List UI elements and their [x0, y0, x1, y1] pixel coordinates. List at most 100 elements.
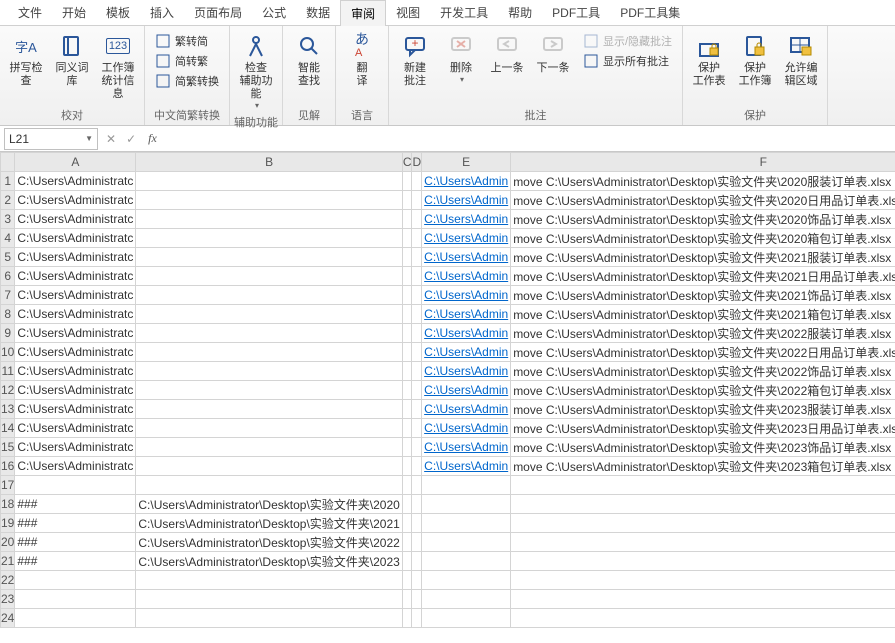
row-header-7[interactable]: 7	[1, 286, 15, 305]
row-header-15[interactable]: 15	[1, 438, 15, 457]
cell-C7[interactable]	[402, 286, 412, 305]
cell-B13[interactable]	[136, 400, 402, 419]
cell-C19[interactable]	[402, 514, 412, 533]
cell-F15[interactable]: move C:\Users\Administrator\Desktop\实验文件…	[511, 438, 895, 457]
cell-F21[interactable]	[511, 552, 895, 571]
cell-D9[interactable]	[412, 324, 422, 343]
cell-E3[interactable]: C:\Users\Admin	[422, 210, 511, 229]
row-header-10[interactable]: 10	[1, 343, 15, 362]
cell-C14[interactable]	[402, 419, 412, 438]
spellcheck-button[interactable]: 字A拼写检查	[4, 30, 48, 90]
cell-E16[interactable]: C:\Users\Admin	[422, 457, 511, 476]
cell-F11[interactable]: move C:\Users\Administrator\Desktop\实验文件…	[511, 362, 895, 381]
cell-C10[interactable]	[402, 343, 412, 362]
cell-E4[interactable]: C:\Users\Admin	[422, 229, 511, 248]
translate-button[interactable]: あA翻译	[340, 30, 384, 90]
cell-F24[interactable]	[511, 609, 895, 628]
cell-B21[interactable]: C:\Users\Administrator\Desktop\实验文件夹\202…	[136, 552, 402, 571]
cell-A4[interactable]: C:\Users\Administratc	[15, 229, 136, 248]
cell-F7[interactable]: move C:\Users\Administrator\Desktop\实验文件…	[511, 286, 895, 305]
cell-B4[interactable]	[136, 229, 402, 248]
cell-D10[interactable]	[412, 343, 422, 362]
cell-C13[interactable]	[402, 400, 412, 419]
cell-C6[interactable]	[402, 267, 412, 286]
cell-B2[interactable]	[136, 191, 402, 210]
tab-公式[interactable]: 公式	[252, 0, 296, 25]
tab-帮助[interactable]: 帮助	[498, 0, 542, 25]
protect-sheet-button[interactable]: 保护工作表	[687, 30, 731, 90]
cell-C2[interactable]	[402, 191, 412, 210]
cell-F4[interactable]: move C:\Users\Administrator\Desktop\实验文件…	[511, 229, 895, 248]
cell-B22[interactable]	[136, 571, 402, 590]
cell-A2[interactable]: C:\Users\Administratc	[15, 191, 136, 210]
cell-E24[interactable]	[422, 609, 511, 628]
cell-D1[interactable]	[412, 172, 422, 191]
col-header-C[interactable]: C	[402, 153, 412, 172]
row-header-9[interactable]: 9	[1, 324, 15, 343]
cell-D19[interactable]	[412, 514, 422, 533]
cell-E8[interactable]: C:\Users\Admin	[422, 305, 511, 324]
cell-C15[interactable]	[402, 438, 412, 457]
workbook-stats-button[interactable]: 123工作簿统计信息	[96, 30, 140, 103]
cell-B18[interactable]: C:\Users\Administrator\Desktop\实验文件夹\202…	[136, 495, 402, 514]
formula-input[interactable]	[163, 128, 895, 150]
cell-F10[interactable]: move C:\Users\Administrator\Desktop\实验文件…	[511, 343, 895, 362]
col-header-B[interactable]: B	[136, 153, 402, 172]
cell-C24[interactable]	[402, 609, 412, 628]
cell-F19[interactable]	[511, 514, 895, 533]
protect-workbook-button[interactable]: 保护工作簿	[733, 30, 777, 90]
cell-A14[interactable]: C:\Users\Administratc	[15, 419, 136, 438]
row-header-24[interactable]: 24	[1, 609, 15, 628]
smart-lookup-button[interactable]: 智能查找	[287, 30, 331, 90]
cell-F2[interactable]: move C:\Users\Administrator\Desktop\实验文件…	[511, 191, 895, 210]
row-header-23[interactable]: 23	[1, 590, 15, 609]
col-header-D[interactable]: D	[412, 153, 422, 172]
cell-B14[interactable]	[136, 419, 402, 438]
new-comment-button[interactable]: +新建批注	[393, 30, 437, 90]
cell-D17[interactable]	[412, 476, 422, 495]
cell-D4[interactable]	[412, 229, 422, 248]
cell-A10[interactable]: C:\Users\Administratc	[15, 343, 136, 362]
cell-C3[interactable]	[402, 210, 412, 229]
cell-E2[interactable]: C:\Users\Admin	[422, 191, 511, 210]
cell-A1[interactable]: C:\Users\Administratc	[15, 172, 136, 191]
simp-to-trad-button[interactable]: 简转繁	[151, 52, 223, 70]
row-header-4[interactable]: 4	[1, 229, 15, 248]
cell-B9[interactable]	[136, 324, 402, 343]
tab-PDF工具集[interactable]: PDF工具集	[610, 0, 690, 25]
cell-B8[interactable]	[136, 305, 402, 324]
cell-B7[interactable]	[136, 286, 402, 305]
cell-D8[interactable]	[412, 305, 422, 324]
cell-A11[interactable]: C:\Users\Administratc	[15, 362, 136, 381]
cell-E1[interactable]: C:\Users\Admin	[422, 172, 511, 191]
simp-trad-convert-button[interactable]: 简繁转换	[151, 72, 223, 90]
row-header-6[interactable]: 6	[1, 267, 15, 286]
cell-E11[interactable]: C:\Users\Admin	[422, 362, 511, 381]
row-header-5[interactable]: 5	[1, 248, 15, 267]
cell-A19[interactable]: ###	[15, 514, 136, 533]
row-header-21[interactable]: 21	[1, 552, 15, 571]
cell-D22[interactable]	[412, 571, 422, 590]
fx-icon[interactable]: fx	[142, 131, 163, 146]
cell-C20[interactable]	[402, 533, 412, 552]
cell-C8[interactable]	[402, 305, 412, 324]
cell-A8[interactable]: C:\Users\Administratc	[15, 305, 136, 324]
row-header-20[interactable]: 20	[1, 533, 15, 552]
cell-C22[interactable]	[402, 571, 412, 590]
cell-C1[interactable]	[402, 172, 412, 191]
tab-PDF工具[interactable]: PDF工具	[542, 0, 610, 25]
col-header-E[interactable]: E	[422, 153, 511, 172]
tab-视图[interactable]: 视图	[386, 0, 430, 25]
cell-A23[interactable]	[15, 590, 136, 609]
cell-D6[interactable]	[412, 267, 422, 286]
cell-E18[interactable]	[422, 495, 511, 514]
cell-C18[interactable]	[402, 495, 412, 514]
cell-A24[interactable]	[15, 609, 136, 628]
cell-E14[interactable]: C:\Users\Admin	[422, 419, 511, 438]
cell-B10[interactable]	[136, 343, 402, 362]
cell-E22[interactable]	[422, 571, 511, 590]
cell-A6[interactable]: C:\Users\Administratc	[15, 267, 136, 286]
cell-B5[interactable]	[136, 248, 402, 267]
cell-A20[interactable]: ###	[15, 533, 136, 552]
row-header-2[interactable]: 2	[1, 191, 15, 210]
